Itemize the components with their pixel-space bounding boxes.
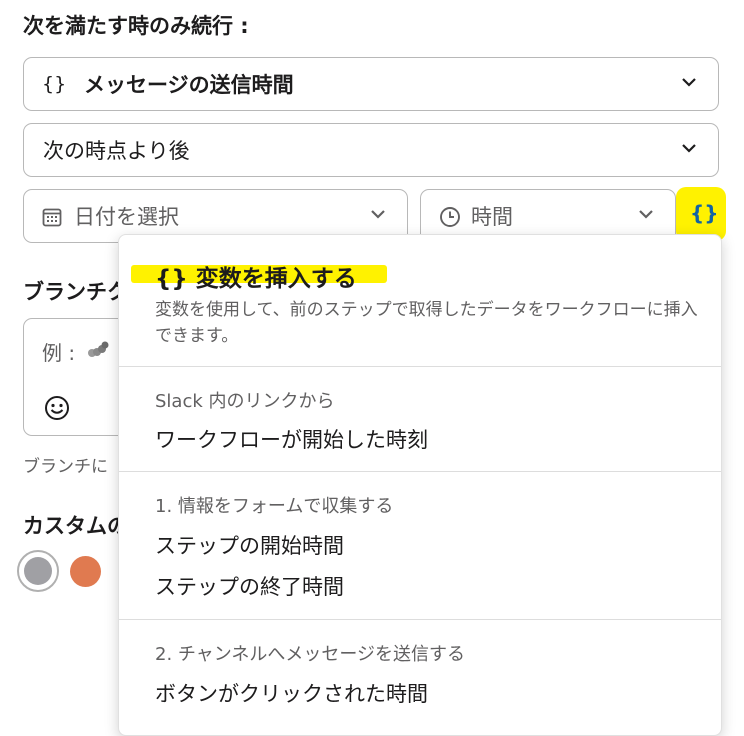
date-picker-placeholder: 日付を選択 [74, 205, 179, 229]
menu-divider [119, 619, 721, 620]
group-title-message: 2. チャンネルへメッセージを送信する [155, 644, 465, 665]
branch-help-text: ブランチに [23, 457, 108, 477]
variable-select-value: メッセージの送信時間 [84, 73, 294, 97]
emoji-icon[interactable] [44, 395, 70, 421]
chevron-down-icon [682, 144, 696, 153]
chevron-down-icon [682, 78, 696, 87]
menu-divider [119, 471, 721, 472]
color-swatch-gray[interactable] [17, 550, 59, 592]
braces-icon: {} [42, 73, 67, 95]
braces-icon: {} [155, 266, 188, 292]
caterpillar-icon [88, 341, 109, 357]
operator-select[interactable]: 次の時点より後 [23, 123, 719, 177]
variable-select[interactable]: {} メッセージの送信時間 [23, 57, 719, 111]
clock-icon [440, 207, 460, 227]
chevron-down-icon [639, 210, 653, 219]
time-picker-placeholder: 時間 [471, 205, 513, 229]
branch-input-placeholder: 例 : [42, 341, 76, 365]
group-title-slack: Slack 内のリンクから [155, 391, 335, 412]
menu-item-step-end-time[interactable]: ステップの終了時間 [155, 571, 344, 601]
menu-title: 変数を挿入する [195, 266, 357, 292]
branch-label: ブランチク [23, 280, 128, 304]
insert-variable-button[interactable]: {} [676, 187, 726, 241]
menu-item-step-start-time[interactable]: ステップの開始時間 [155, 530, 344, 560]
menu-divider [119, 366, 721, 367]
menu-item-button-clicked-time[interactable]: ボタンがクリックされた時間 [155, 678, 428, 708]
chevron-down-icon [371, 210, 385, 219]
operator-select-value: 次の時点より後 [43, 139, 190, 163]
braces-icon: {} [690, 201, 719, 225]
custom-label: カスタムの [23, 514, 128, 538]
menu-description: 変数を使用して、前のステップで取得したデータをワークフローに挿入できます。 [155, 300, 698, 346]
insert-variable-menu: {} 変数を挿入する 変数を使用して、前のステップで取得したデータをワークフロー… [118, 234, 722, 736]
menu-item-workflow-start-time[interactable]: ワークフローが開始した時刻 [155, 424, 428, 454]
color-swatch-orange[interactable] [70, 556, 101, 587]
condition-label: 次を満たす時のみ続行 : [23, 14, 249, 38]
menu-title-row: {} 変数を挿入する [155, 259, 357, 293]
calendar-icon [42, 208, 62, 227]
group-title-form: 1. 情報をフォームで収集する [155, 496, 394, 517]
